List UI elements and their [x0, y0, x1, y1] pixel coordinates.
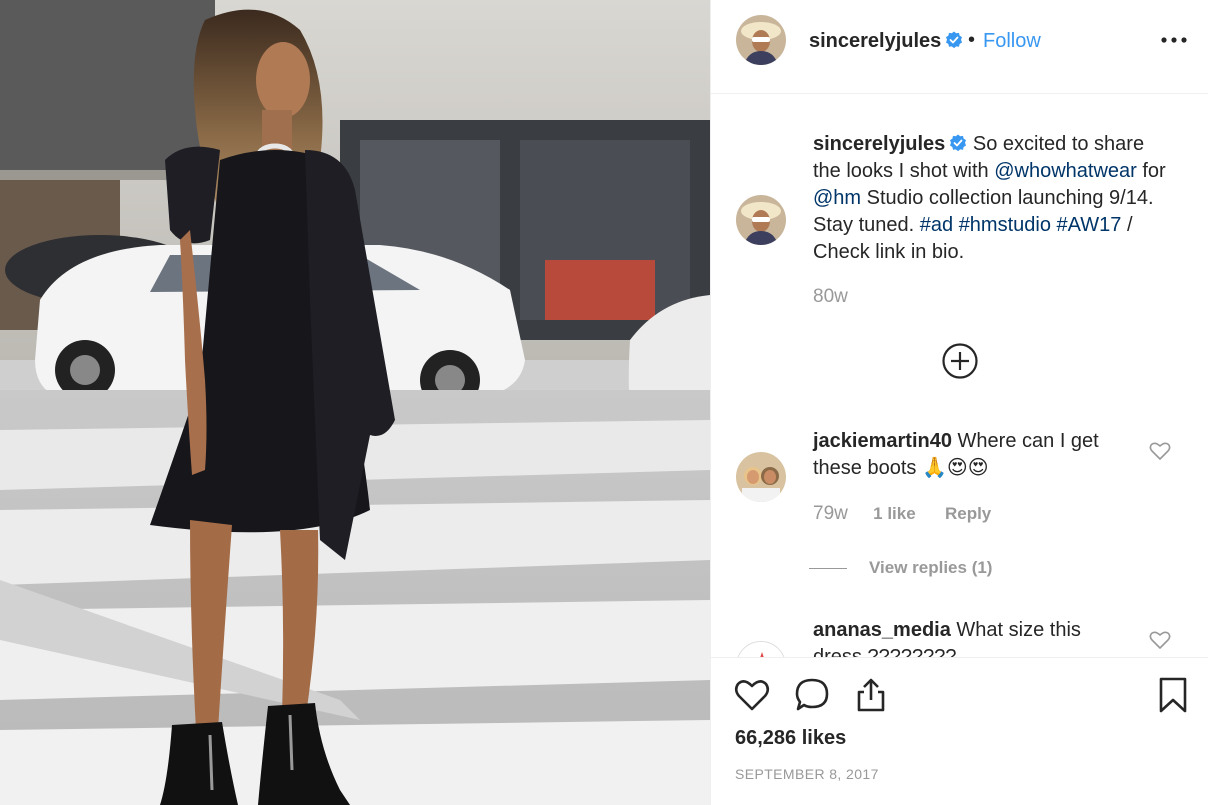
author-username-text[interactable]: sincerelyjules: [809, 30, 941, 52]
mention-whowhatwear[interactable]: @whowhatwear: [994, 160, 1137, 182]
comment-emoji: 🙏😍😍: [921, 457, 989, 479]
comment-text: ananas_media What size this dress ??????…: [813, 617, 1133, 657]
comment-like-heart-icon[interactable]: [1149, 441, 1171, 461]
hashtag-hmstudio[interactable]: #hmstudio: [959, 214, 1051, 236]
hashtag-ad[interactable]: #ad: [920, 214, 953, 236]
caption-timestamp[interactable]: 80w: [813, 286, 848, 308]
comments-list[interactable]: sincerelyjules So excited to share the l…: [711, 95, 1208, 657]
comment-username[interactable]: jackiemartin40: [813, 430, 952, 452]
commenter-avatar[interactable]: [736, 641, 786, 657]
view-replies-label[interactable]: View replies (1): [869, 558, 992, 577]
post-header: sincerelyjules • Follow: [711, 0, 1208, 94]
mention-hm[interactable]: @hm: [813, 187, 861, 209]
author-avatar[interactable]: [736, 15, 786, 65]
reply-button[interactable]: Reply: [945, 504, 991, 524]
caption-avatar[interactable]: [736, 195, 786, 245]
more-options-icon[interactable]: [1160, 33, 1188, 47]
avatar-image: [736, 452, 786, 502]
view-replies-button[interactable]: View replies (1): [809, 558, 992, 578]
post-actions: 66,286 likes SEPTEMBER 8, 2017: [711, 657, 1208, 805]
follow-button[interactable]: Follow: [983, 30, 1041, 53]
share-icon[interactable]: [852, 676, 890, 714]
street-fashion-photo: [0, 0, 710, 805]
caption-body-2: for: [1142, 160, 1166, 182]
comment-like-heart-icon[interactable]: [1149, 630, 1171, 650]
comment-meta: 79w 1 like Reply: [813, 503, 991, 525]
hashtag-aw17[interactable]: #AW17: [1057, 214, 1122, 236]
comment-text: jackiemartin40 Where can I get these boo…: [813, 428, 1133, 482]
comment-timestamp[interactable]: 79w: [813, 503, 848, 525]
comment-bubble-icon[interactable]: [793, 676, 831, 714]
post-photo[interactable]: [0, 0, 710, 805]
post-date[interactable]: SEPTEMBER 8, 2017: [735, 766, 879, 782]
avatar-image: [736, 195, 786, 245]
comment-username[interactable]: ananas_media: [813, 619, 951, 641]
replies-divider: [809, 568, 847, 570]
likes-count[interactable]: 66,286 likes: [735, 727, 846, 750]
save-bookmark-icon[interactable]: [1154, 676, 1192, 714]
commenter-avatar[interactable]: [736, 452, 786, 502]
load-more-comments-icon[interactable]: [941, 342, 979, 380]
caption-username[interactable]: sincerelyjules: [813, 133, 945, 155]
author-username[interactable]: sincerelyjules: [809, 30, 963, 53]
avatar-image: [737, 642, 785, 657]
avatar-image: [736, 15, 786, 65]
caption-text: sincerelyjules So excited to share the l…: [813, 131, 1173, 266]
post-details-panel: sincerelyjules • Follow sincerelyjules S…: [710, 0, 1208, 805]
verified-badge-icon: [946, 31, 963, 49]
comment-likes[interactable]: 1 like: [873, 504, 916, 524]
verified-badge-icon: [950, 134, 967, 152]
separator-dot: •: [968, 29, 976, 51]
like-heart-icon[interactable]: [733, 676, 771, 714]
